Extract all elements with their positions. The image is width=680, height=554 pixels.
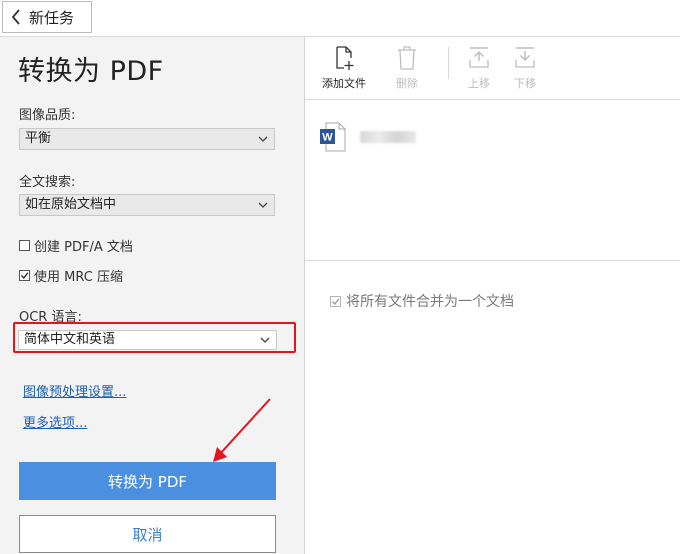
- convert-to-pdf-button[interactable]: 转换为 PDF: [19, 462, 276, 500]
- new-task-label: 新任务: [29, 8, 75, 27]
- top-bar: 新任务: [0, 0, 680, 37]
- move-up-label: 上移: [468, 77, 490, 90]
- image-preprocess-link[interactable]: 图像预处理设置...: [23, 381, 126, 400]
- pdfa-checkbox-row[interactable]: 创建 PDF/A 文档: [19, 236, 133, 255]
- cancel-button[interactable]: 取消: [19, 515, 276, 553]
- full-text-search-value: 如在原始文档中: [25, 197, 117, 212]
- pdfa-checkbox[interactable]: [19, 240, 30, 251]
- move-up-button[interactable]: 上移: [467, 45, 491, 91]
- chevron-down-icon: [258, 136, 268, 142]
- file-list: W: [305, 100, 680, 260]
- checkmark-icon: [332, 297, 340, 305]
- settings-panel: 转换为 PDF 图像品质: 平衡 全文搜索: 如在原始文档中 创建 PDF/A …: [0, 37, 305, 554]
- list-item[interactable]: W: [320, 122, 416, 152]
- move-down-label: 下移: [514, 77, 536, 90]
- more-options-link[interactable]: 更多选项...: [23, 412, 87, 431]
- panel-title: 转换为 PDF: [18, 56, 164, 87]
- pdfa-checkbox-label: 创建 PDF/A 文档: [34, 240, 133, 255]
- mrc-checkbox[interactable]: [19, 270, 30, 281]
- move-down-button[interactable]: 下移: [513, 45, 537, 91]
- checkmark-icon: [21, 272, 29, 280]
- add-file-label: 添加文件: [322, 77, 366, 90]
- chevron-down-icon: [260, 337, 270, 343]
- move-down-icon: [515, 47, 535, 68]
- file-toolbar: 添加文件 删除 上移 下移: [305, 37, 680, 100]
- image-quality-label: 图像品质:: [19, 108, 76, 123]
- add-file-button[interactable]: 添加文件: [322, 45, 366, 91]
- list-separator: [305, 260, 680, 261]
- trash-icon: [398, 46, 416, 70]
- ocr-language-value: 简体中文和英语: [24, 332, 116, 347]
- merge-checkbox[interactable]: [330, 295, 341, 307]
- new-task-button[interactable]: 新任务: [2, 1, 92, 33]
- mrc-checkbox-row[interactable]: 使用 MRC 压缩: [19, 266, 123, 285]
- delete-button[interactable]: 删除: [395, 45, 419, 91]
- chevron-down-icon: [258, 202, 268, 208]
- add-file-icon: [336, 46, 354, 70]
- full-text-search-label: 全文搜索:: [19, 175, 76, 190]
- file-panel: 添加文件 删除 上移 下移 W 将所有文件合并为一个文档: [305, 37, 680, 554]
- merge-checkbox-row[interactable]: 将所有文件合并为一个文档: [330, 291, 514, 311]
- chevron-left-icon: [11, 9, 20, 25]
- move-up-icon: [469, 47, 489, 68]
- image-quality-select[interactable]: 平衡: [19, 128, 275, 150]
- svg-text:W: W: [322, 132, 333, 144]
- full-text-search-select[interactable]: 如在原始文档中: [19, 194, 275, 216]
- toolbar-divider: [448, 47, 449, 79]
- delete-label: 删除: [396, 77, 418, 90]
- ocr-language-select[interactable]: 简体中文和英语: [18, 330, 277, 350]
- mrc-checkbox-label: 使用 MRC 压缩: [34, 270, 123, 285]
- word-doc-icon: W: [320, 122, 346, 152]
- annotation-arrow: [213, 398, 271, 462]
- image-quality-value: 平衡: [25, 131, 52, 146]
- file-name-redacted: [360, 131, 416, 143]
- merge-checkbox-label: 将所有文件合并为一个文档: [346, 294, 514, 310]
